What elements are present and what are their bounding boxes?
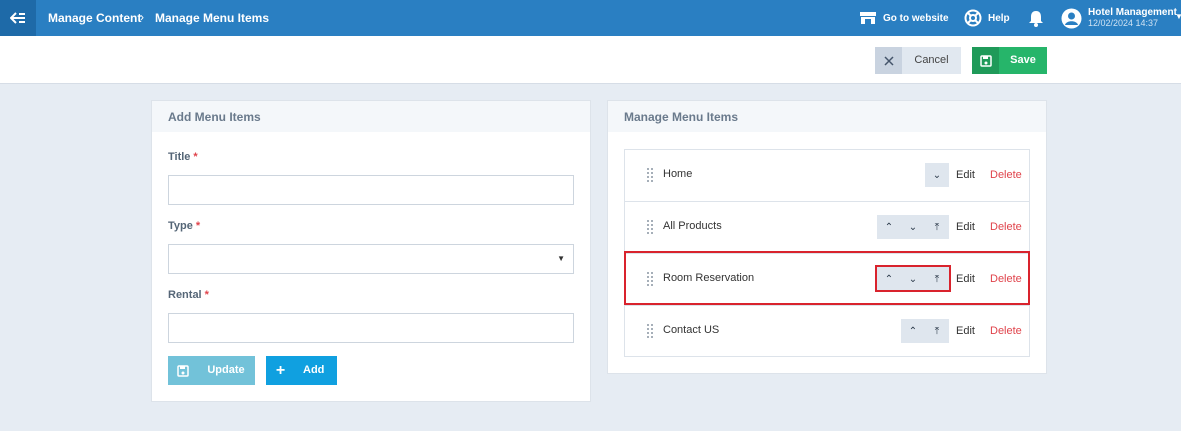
type-select[interactable]: ▼ [168, 244, 574, 274]
action-bar: Cancel Save [0, 36, 1181, 84]
back-button[interactable] [0, 0, 36, 36]
breadcrumb-manage-content[interactable]: Manage Content [48, 11, 141, 25]
notifications-button[interactable] [1028, 0, 1050, 36]
menu-row-home: Home ⌄ Edit Delete [625, 150, 1029, 202]
edit-link[interactable]: Edit [956, 221, 975, 233]
order-controls: ⌃ ⌄ ⤒ [877, 215, 949, 239]
update-label: Update [207, 364, 245, 376]
delete-link[interactable]: Delete [990, 169, 1022, 181]
add-panel-title: Add Menu Items [152, 101, 590, 132]
delete-link[interactable]: Delete [990, 273, 1022, 285]
top-bar: Manage Content › Manage Menu Items Go to… [0, 0, 1181, 36]
move-up-icon[interactable]: ⌃ [877, 215, 901, 239]
rental-field-label: Rental * [168, 289, 209, 301]
close-icon [875, 47, 902, 74]
breadcrumb-chevron-icon: › [140, 10, 144, 24]
add-label: Add [303, 364, 325, 376]
move-down-icon[interactable]: ⌄ [901, 215, 925, 239]
required-marker: * [204, 289, 209, 301]
user-avatar-icon [1061, 8, 1082, 28]
menu-item-title: All Products [663, 220, 722, 232]
drag-handle-icon[interactable] [647, 168, 653, 182]
order-controls: ⌄ [925, 163, 949, 187]
menu-row-contact-us: Contact US ⌃ ⤒ Edit Delete [625, 306, 1029, 358]
plus-icon: + [275, 361, 286, 379]
add-button[interactable]: + Add [266, 356, 337, 385]
store-icon [860, 12, 876, 24]
back-arrow-icon [10, 12, 25, 24]
edit-link[interactable]: Edit [956, 325, 975, 337]
save-button[interactable]: Save [972, 47, 1047, 74]
help-lifebuoy-icon [964, 9, 982, 27]
bell-icon [1029, 10, 1043, 27]
help-label: Help [988, 12, 1010, 24]
update-button[interactable]: Update [168, 356, 255, 385]
breadcrumb-manage-menu-items: Manage Menu Items [155, 11, 270, 25]
add-menu-items-panel: Add Menu Items Title * Type * ▼ Rental * Up… [151, 100, 591, 402]
cancel-button[interactable]: Cancel [875, 47, 961, 74]
move-up-icon[interactable]: ⌃ [901, 319, 925, 343]
user-name: Hotel Management [1088, 7, 1177, 18]
menu-item-title: Room Reservation [663, 272, 755, 284]
menu-row-all-products: All Products ⌃ ⌄ ⤒ Edit Delete [625, 202, 1029, 254]
move-up-icon[interactable]: ⌃ [877, 267, 901, 291]
user-menu[interactable]: Hotel Management 12/02/2024 14:37 [1061, 0, 1177, 36]
menu-item-title: Home [663, 168, 693, 180]
move-to-top-icon[interactable]: ⤒ [925, 215, 949, 239]
move-to-top-icon[interactable]: ⤒ [925, 267, 949, 291]
edit-link[interactable]: Edit [956, 273, 975, 285]
menu-item-title: Contact US [663, 324, 720, 336]
manage-menu-items-panel: Manage Menu Items Home ⌄ Edit Delete All… [607, 100, 1047, 374]
go-to-website-label: Go to website [883, 12, 949, 24]
go-to-website-link[interactable]: Go to website [859, 0, 949, 36]
menu-row-room-reservation: Room Reservation ⌃ ⌄ ⤒ Edit Delete [625, 254, 1029, 306]
delete-link[interactable]: Delete [990, 221, 1022, 233]
required-marker: * [193, 151, 198, 163]
title-field-label: Title * [168, 151, 198, 163]
floppy-disk-icon [972, 47, 999, 74]
move-down-icon[interactable]: ⌄ [925, 163, 949, 187]
cancel-label: Cancel [914, 54, 949, 66]
user-date: 12/02/2024 14:37 [1088, 18, 1159, 28]
edit-link[interactable]: Edit [956, 169, 975, 181]
delete-link[interactable]: Delete [990, 325, 1022, 337]
manage-panel-title: Manage Menu Items [608, 101, 1046, 132]
title-input[interactable] [168, 175, 574, 205]
save-label: Save [1010, 54, 1036, 66]
drag-handle-icon[interactable] [647, 324, 653, 338]
order-controls: ⌃ ⌄ ⤒ [877, 267, 949, 291]
order-controls: ⌃ ⤒ [901, 319, 949, 343]
drag-handle-icon[interactable] [647, 220, 653, 234]
type-field-label: Type * [168, 220, 201, 232]
help-link[interactable]: Help [964, 0, 1010, 36]
dropdown-arrow-icon: ▼ [557, 254, 565, 263]
required-marker: * [195, 220, 201, 232]
move-down-icon[interactable]: ⌄ [901, 267, 925, 291]
drag-handle-icon[interactable] [647, 272, 653, 286]
floppy-disk-icon [168, 356, 197, 385]
user-caret-icon[interactable]: ▼ [1175, 12, 1181, 21]
rental-input[interactable] [168, 313, 574, 343]
menu-items-list: Home ⌄ Edit Delete All Products ⌃ ⌄ ⤒ Ed… [624, 149, 1030, 357]
move-to-top-icon[interactable]: ⤒ [925, 319, 949, 343]
